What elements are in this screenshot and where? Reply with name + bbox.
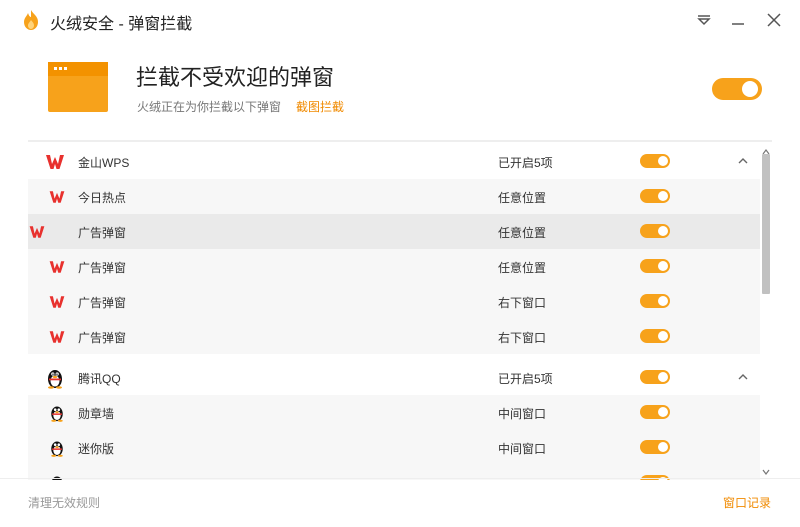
- minimize-icon: [732, 23, 744, 25]
- list-item[interactable]: 广告弹窗 任意位置: [28, 249, 760, 284]
- qq-penguin-icon: [51, 441, 63, 457]
- item-position: 任意位置: [498, 191, 547, 205]
- item-name: 勋章墙: [78, 407, 115, 421]
- master-toggle[interactable]: [712, 78, 762, 100]
- list-item[interactable]: 广告弹窗 右下窗口: [28, 284, 760, 319]
- list-item[interactable]: 今日热点 任意位置: [28, 179, 760, 214]
- item-name: 迷你版: [78, 442, 115, 456]
- item-toggle[interactable]: [640, 224, 670, 238]
- group-status: 已开启5项: [498, 156, 553, 170]
- clean-invalid-rules-link[interactable]: 清理无效规则: [28, 494, 100, 511]
- item-toggle[interactable]: [640, 259, 670, 273]
- wps-icon: [49, 296, 65, 308]
- item-position: 右下窗口: [498, 331, 547, 345]
- footer-divider: [0, 478, 800, 479]
- close-icon: [767, 13, 781, 27]
- group-row-wps[interactable]: 金山WPS 已开启5项: [28, 144, 760, 179]
- wps-icon: [46, 155, 64, 169]
- item-name: 广告弹窗: [78, 331, 127, 345]
- list-item[interactable]: 广告弹窗 任意位置: [28, 214, 760, 249]
- item-toggle[interactable]: [640, 329, 670, 343]
- item-position: 右下窗口: [498, 296, 547, 310]
- wps-icon: [49, 191, 65, 203]
- item-position: 任意位置: [498, 226, 547, 240]
- qq-penguin-icon: [51, 406, 63, 422]
- group-name: 金山WPS: [78, 156, 130, 170]
- close-button[interactable]: [762, 8, 786, 32]
- qq-penguin-icon: [52, 476, 62, 480]
- chevron-up-icon[interactable]: [736, 370, 750, 384]
- scroll-thumb[interactable]: [762, 154, 770, 294]
- item-toggle[interactable]: [640, 405, 670, 419]
- rule-list: 金山WPS 已开启5项 今日热点 任意位置 广告弹窗 任意位置 广告弹窗 任意位…: [28, 140, 772, 480]
- menu-dropdown-button[interactable]: [692, 8, 716, 32]
- page-subtitle: 火绒正在为你拦截以下弹窗: [137, 100, 282, 114]
- chevron-up-icon[interactable]: [736, 154, 750, 168]
- qq-penguin-icon: [48, 370, 62, 389]
- wps-icon: [49, 261, 65, 273]
- list-item[interactable]: 勋章墙 中间窗口: [28, 395, 760, 430]
- item-toggle[interactable]: [640, 294, 670, 308]
- list-item[interactable]: 迷你版 中间窗口: [28, 430, 760, 465]
- title-bar: 火绒安全 - 弹窗拦截: [0, 0, 800, 40]
- window-title: 火绒安全 - 弹窗拦截: [50, 16, 193, 33]
- item-toggle[interactable]: [640, 440, 670, 454]
- group-status: 已开启5项: [498, 372, 553, 386]
- group-row-qq[interactable]: 腾讯QQ 已开启5项: [28, 360, 760, 395]
- wps-icon: [49, 331, 65, 343]
- scroll-down-icon[interactable]: [762, 468, 770, 476]
- item-toggle[interactable]: [640, 189, 670, 203]
- huorong-logo-icon: [24, 10, 38, 30]
- minimize-button[interactable]: [726, 8, 750, 32]
- item-name: 广告弹窗: [78, 296, 127, 310]
- item-name: 广告弹窗: [78, 226, 127, 240]
- popup-window-icon: [48, 62, 108, 112]
- item-position: 任意位置: [498, 261, 547, 275]
- item-position: 中间窗口: [498, 442, 547, 456]
- group-name: 腾讯QQ: [78, 372, 121, 386]
- list-item[interactable]: 广告弹窗 右下窗口: [28, 319, 760, 354]
- page-title: 拦截不受欢迎的弹窗: [136, 65, 335, 90]
- screenshot-block-link[interactable]: 截图拦截: [296, 98, 344, 115]
- list-scrollbar[interactable]: [760, 148, 772, 478]
- dropdown-menu-icon: [697, 15, 711, 26]
- item-name: 广告弹窗: [78, 261, 127, 275]
- group-toggle[interactable]: [640, 370, 670, 384]
- group-toggle[interactable]: [640, 154, 670, 168]
- item-name: 今日热点: [78, 191, 127, 205]
- window-log-link[interactable]: 窗口记录: [723, 494, 771, 511]
- wps-icon: [29, 226, 45, 238]
- item-position: 中间窗口: [498, 407, 547, 421]
